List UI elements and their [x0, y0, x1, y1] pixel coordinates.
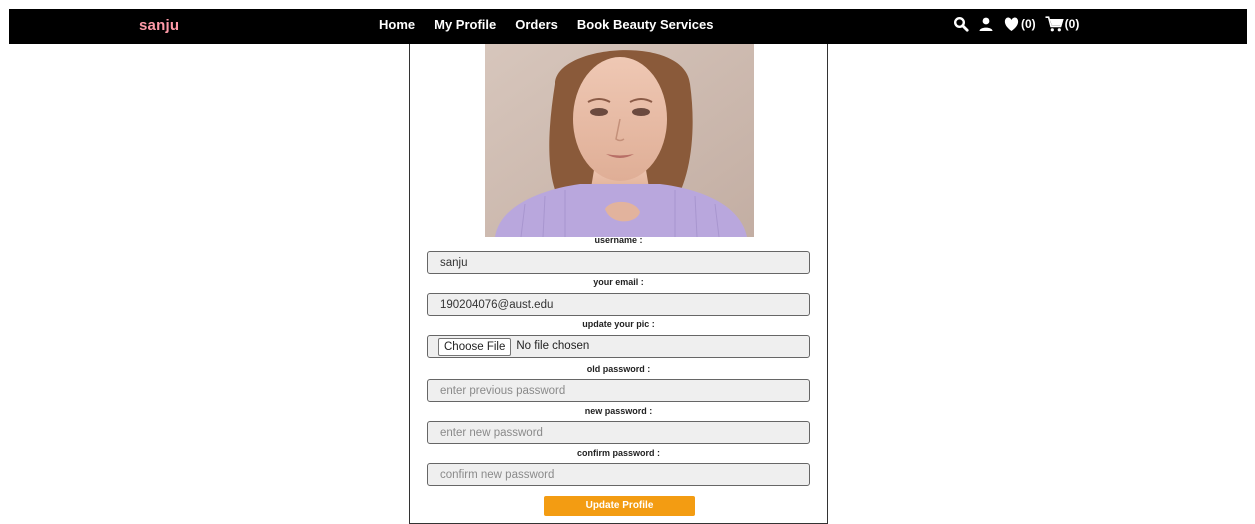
nav-link-my-profile[interactable]: My Profile [434, 17, 496, 32]
cart-button[interactable]: (0) [1045, 16, 1080, 32]
old-password-input[interactable] [427, 379, 810, 402]
search-button[interactable] [953, 16, 969, 32]
cart-icon [1045, 16, 1064, 32]
brand-logo[interactable]: sanju [139, 17, 179, 34]
nav-link-orders[interactable]: Orders [515, 17, 558, 32]
cart-count: (0) [1064, 17, 1080, 31]
file-upload-field[interactable]: Choose File No file chosen [427, 335, 810, 358]
nav-links: Home My Profile Orders Book Beauty Servi… [379, 17, 713, 32]
email-input[interactable] [427, 293, 810, 316]
wishlist-button[interactable]: (0) [1003, 17, 1036, 32]
choose-file-button[interactable]: Choose File [438, 337, 512, 356]
update-profile-button[interactable]: Update Profile [544, 496, 695, 516]
navbar: sanju Home My Profile Orders Book Beauty… [9, 9, 1247, 44]
confirm-password-label: confirm password : [576, 448, 660, 458]
nav-link-home[interactable]: Home [379, 17, 415, 32]
update-pic-label: update your pic : [582, 319, 655, 329]
heart-icon [1004, 17, 1019, 31]
profile-button[interactable] [978, 16, 994, 32]
profile-photo-image [485, 44, 754, 237]
search-icon [953, 16, 969, 32]
confirm-password-input[interactable] [427, 463, 810, 486]
file-status: No file chosen [516, 340, 590, 352]
user-icon [979, 17, 993, 31]
email-label: your email : [593, 277, 644, 287]
profile-photo [485, 44, 754, 237]
old-password-label: old password : [586, 364, 651, 374]
nav-link-book-beauty-services[interactable]: Book Beauty Services [577, 17, 714, 32]
new-password-input[interactable] [427, 421, 810, 444]
new-password-label: new password : [584, 406, 653, 416]
username-label: username : [594, 235, 643, 245]
profile-card: username : your email : update your pic … [409, 44, 828, 524]
wishlist-count: (0) [1021, 17, 1036, 31]
username-input[interactable] [427, 251, 810, 274]
nav-icons: (0) (0) [953, 16, 1079, 32]
